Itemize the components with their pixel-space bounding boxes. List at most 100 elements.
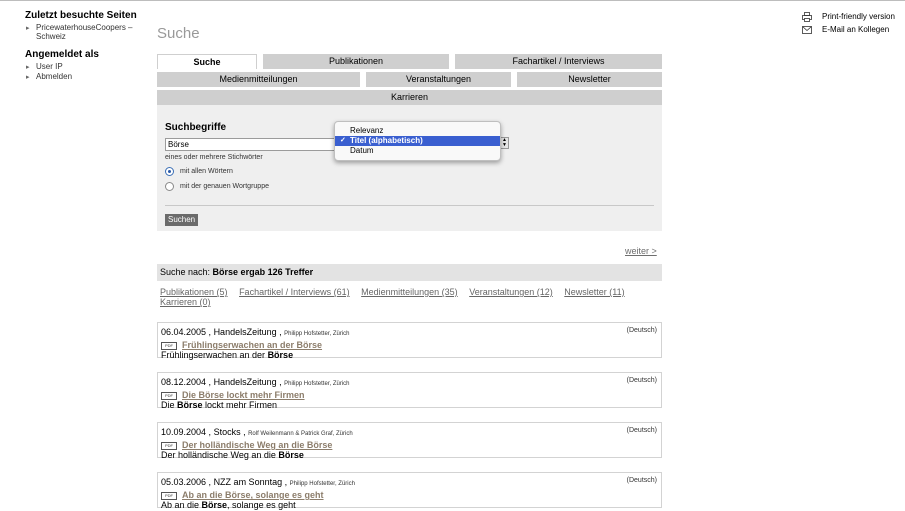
search-button[interactable]: Suchen [165,214,199,226]
top-divider [0,0,905,1]
sort-option-relevanz[interactable]: Relevanz [335,126,500,136]
snippet-text: Die [161,400,178,410]
print-friendly-label: Print-friendly version [822,12,895,21]
email-colleague-label: E-Mail an Kollegen [822,25,890,34]
pdf-icon[interactable]: PDF [161,492,177,500]
radio-all-words-label: mit allen Wörtern [180,168,233,175]
snippet-text: lockt mehr Firmen [202,400,278,410]
bullet-triangle-icon: ▸ [26,64,30,71]
result-author: Rolf Weilenmann & Patrick Graf, Zürich [248,431,353,437]
radio-all-words[interactable]: mit allen Wörtern [165,166,233,178]
print-friendly-link[interactable]: Print-friendly version [800,12,905,25]
tab-karrieren[interactable]: Karrieren [157,90,662,105]
category-link-veranstaltungen[interactable]: Veranstaltungen (12) [469,287,553,297]
tab-suche[interactable]: Suche [157,54,257,69]
tab-fachartikel[interactable]: Fachartikel / Interviews [455,54,662,69]
result-source: NZZ am Sonntag [213,477,283,487]
logout-link[interactable]: ▸ Abmelden [25,72,150,81]
result-language: (Deutsch) [626,477,657,484]
tab-newsletter[interactable]: Newsletter [517,72,662,87]
next-page-link[interactable]: weiter > [625,246,657,256]
pdf-icon[interactable]: PDF [161,342,177,350]
bullet-triangle-icon: ▸ [26,25,30,32]
category-link-medienmitteilungen[interactable]: Medienmitteilungen (35) [361,287,458,297]
radio-button-checked[interactable] [165,167,174,176]
user-ip-label: User IP [36,62,63,71]
result-source: Stocks [213,427,241,437]
result-date: 05.03.2006 [161,477,207,487]
tab-publikationen[interactable]: Publikationen [263,54,449,69]
recent-page-label: PricewaterhouseCoopers – [36,23,133,32]
result-date: 06.04.2005 [161,327,207,337]
result-meta: 06.04.2005 , HandelsZeitung , Philipp Ho… [161,327,350,337]
logout-label: Abmelden [36,72,73,81]
result-date: 08.12.2004 [161,377,207,387]
results-summary: Suche nach: Börse ergab 126 Treffer [157,264,662,281]
search-input[interactable]: Börse [165,138,344,151]
select-stepper-icon[interactable]: ▲ ▼ [500,137,509,149]
result-source: HandelsZeitung [213,327,277,337]
results-summary-prefix: Suche nach: [160,267,213,277]
category-link-fachartikel[interactable]: Fachartikel / Interviews (61) [239,287,350,297]
result-title-row: PDF Frühlingserwachen an der Börse [161,340,658,350]
result-author: Philipp Hofstetter, Zürich [284,381,350,387]
checkmark-icon: ✓ [340,137,346,144]
result-item: 06.04.2005 , HandelsZeitung , Philipp Ho… [157,322,662,361]
sidebar: Zuletzt besuchte Seiten ▸ Pricewaterhous… [25,10,150,89]
snippet-text: Frühlingserwachen an der [161,350,268,360]
category-link-karrieren[interactable]: Karrieren (0) [160,297,211,307]
user-ip-link[interactable]: ▸ User IP [25,62,150,71]
tab-row-2: Medienmitteilungen Veranstaltungen Newsl… [157,72,662,87]
account-list: ▸ User IP ▸ Abmelden [25,62,150,81]
radio-button-unchecked[interactable] [165,182,174,191]
sort-dropdown-menu: Relevanz ✓ Titel (alphabetisch) Datum [334,121,501,161]
sort-option-label: Datum [350,146,374,155]
sort-option-label: Titel (alphabetisch) [350,136,423,145]
snippet-highlight: Börse [177,400,203,410]
pdf-icon[interactable]: PDF [161,442,177,450]
radio-exact-phrase-label: mit der genauen Wortgruppe [180,183,269,190]
envelope-icon [802,26,812,34]
snippet-text: , solange es geht [227,500,296,510]
snippet-highlight: Börse [278,450,304,460]
results-summary-count: Börse ergab 126 Treffer [212,267,314,277]
radio-exact-phrase[interactable]: mit der genauen Wortgruppe [165,181,269,193]
search-help-text: eines oder mehrere Stichwörter [165,154,263,161]
tab-medienmitteilungen[interactable]: Medienmitteilungen [157,72,360,87]
result-meta: 08.12.2004 , HandelsZeitung , Philipp Ho… [161,377,350,387]
result-source: HandelsZeitung [213,377,277,387]
result-author: Philipp Hofstetter, Zürich [284,331,350,337]
result-snippet: Frühlingserwachen an der Börse [161,350,658,361]
result-title-link[interactable]: Die Börse lockt mehr Firmen [182,390,305,400]
search-terms-label: Suchbegriffe [165,122,227,133]
snippet-highlight: Börse [201,500,228,510]
sort-option-datum[interactable]: Datum [335,146,500,156]
category-link-newsletter[interactable]: Newsletter (11) [564,287,624,297]
recent-pages-heading: Zuletzt besuchte Seiten [25,10,137,21]
result-title-row: PDF Der holländische Weg an die Börse [161,440,658,450]
result-title-link[interactable]: Frühlingserwachen an der Börse [182,340,322,350]
pdf-icon[interactable]: PDF [161,392,177,400]
category-filter-links: Publikationen (5) Fachartikel / Intervie… [160,287,660,307]
category-link-publikationen[interactable]: Publikationen (5) [160,287,228,297]
result-snippet: Die Börse lockt mehr Firmen [161,400,658,411]
result-title-row: PDF Die Börse lockt mehr Firmen [161,390,658,400]
recent-pages-list: ▸ PricewaterhouseCoopers – Schweiz [25,23,150,41]
recent-page-sublabel: Schweiz [36,32,66,41]
account-heading: Angemeldet als [25,49,99,60]
page-title: Suche [157,25,200,42]
result-title-link[interactable]: Der holländische Weg an die Börse [182,440,332,450]
result-snippet: Der holländische Weg an die Börse [161,450,658,461]
printer-icon [802,12,812,22]
search-tabs: Suche Publikationen Fachartikel / Interv… [157,54,662,108]
result-author: Philipp Hofstetter, Zürich [289,481,355,487]
result-title-link[interactable]: Ab an die Börse, solange es geht [182,490,324,500]
tab-veranstaltungen[interactable]: Veranstaltungen [366,72,511,87]
recent-page-link[interactable]: ▸ PricewaterhouseCoopers – Schweiz [25,23,150,41]
result-meta: 10.09.2004 , Stocks , Rolf Weilenmann & … [161,427,353,437]
email-colleague-link[interactable]: E-Mail an Kollegen [800,25,905,38]
result-title-row: PDF Ab an die Börse, solange es geht [161,490,658,500]
sort-option-titel[interactable]: ✓ Titel (alphabetisch) [335,136,500,146]
snippet-text: Ab an die [161,500,202,510]
result-meta: 05.03.2006 , NZZ am Sonntag , Philipp Ho… [161,477,355,487]
